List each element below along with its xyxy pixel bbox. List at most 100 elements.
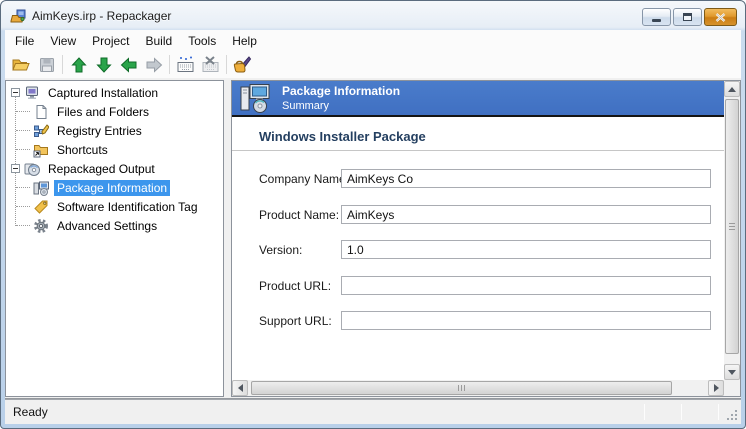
forward-button[interactable]	[141, 53, 166, 76]
tree-item-captured-installation[interactable]: Captured Installation	[6, 83, 223, 102]
company-name-label: Company Name:	[259, 172, 349, 186]
maximize-button[interactable]	[673, 8, 702, 26]
tree-connector	[16, 206, 30, 207]
tree-item-advanced-settings[interactable]: Advanced Settings	[6, 216, 223, 235]
thumb-grip-icon	[729, 223, 735, 231]
toolbar-separator	[169, 55, 170, 74]
version-input[interactable]	[341, 240, 711, 259]
build-icon	[176, 56, 195, 73]
repackage-tools-button[interactable]	[230, 53, 255, 76]
menu-build[interactable]: Build	[138, 31, 181, 51]
collapse-box-icon[interactable]	[11, 164, 20, 173]
form-row: Product URL:	[232, 276, 724, 296]
installer-package-icon	[240, 83, 272, 113]
open-button[interactable]	[9, 53, 34, 76]
document-icon	[33, 104, 49, 120]
horizontal-scroll-thumb[interactable]	[251, 381, 672, 395]
titlebar[interactable]: AimKeys.irp - Repackager	[1, 1, 745, 30]
tree-connector	[15, 173, 16, 226]
toolbar-separator	[226, 55, 227, 74]
scroll-left-button[interactable]	[232, 380, 248, 396]
package-brush-icon	[233, 56, 252, 73]
tag-icon	[33, 199, 49, 215]
save-button[interactable]	[34, 53, 59, 76]
move-up-button[interactable]	[66, 53, 91, 76]
support-url-label: Support URL:	[259, 314, 332, 328]
tree-connector	[16, 130, 30, 131]
scroll-right-button[interactable]	[708, 380, 724, 396]
maximize-icon	[683, 13, 692, 21]
product-name-input[interactable]	[341, 205, 711, 224]
tree-connector	[16, 187, 30, 188]
menu-help[interactable]: Help	[224, 31, 265, 51]
collapse-box-icon[interactable]	[11, 88, 20, 97]
tree-item-shortcuts[interactable]: Shortcuts	[6, 140, 223, 159]
tree-connector	[16, 225, 30, 226]
menu-tools[interactable]: Tools	[180, 31, 224, 51]
arrow-right-icon	[145, 57, 163, 73]
arrow-up-icon	[70, 57, 88, 73]
form-row: Company Name:	[232, 169, 724, 189]
tree-item-files-and-folders[interactable]: Files and Folders	[6, 102, 223, 121]
form-row: Version:	[232, 240, 724, 260]
tree-item-label: Repackaged Output	[45, 161, 158, 177]
tree-item-label: Shortcuts	[54, 142, 111, 158]
page-banner: Package Information Summary	[232, 81, 724, 117]
menu-view[interactable]: View	[42, 31, 84, 51]
tree-connector	[15, 97, 16, 164]
version-label: Version:	[259, 243, 302, 257]
vertical-scrollbar[interactable]	[724, 81, 740, 380]
thumb-grip-icon	[458, 385, 466, 391]
form-row: Product Name:	[232, 205, 724, 225]
section-heading: Windows Installer Package	[259, 129, 426, 144]
tree-item-label: Package Information	[54, 180, 170, 196]
tree-item-package-information[interactable]: Package Information	[6, 178, 223, 197]
shortcut-folder-icon	[33, 142, 49, 158]
window-title: AimKeys.irp - Repackager	[32, 9, 171, 23]
tree-item-software-identification-tag[interactable]: Software Identification Tag	[6, 197, 223, 216]
tree-item-repackaged-output[interactable]: Repackaged Output	[6, 159, 223, 178]
tree-item-label: Files and Folders	[54, 104, 152, 120]
menu-project[interactable]: Project	[84, 31, 137, 51]
statusbar-separator	[681, 404, 682, 420]
disc-icon	[24, 161, 40, 177]
menu-file[interactable]: File	[7, 31, 42, 51]
product-url-input[interactable]	[341, 276, 711, 295]
resize-grip[interactable]	[735, 418, 737, 420]
content-panel: Package Information Summary Windows Inst…	[231, 80, 741, 397]
build-button[interactable]	[173, 53, 198, 76]
app-window: AimKeys.irp - Repackager File View Proje…	[0, 0, 746, 429]
menubar: File View Project Build Tools Help	[5, 30, 741, 51]
tree-rows: Captured Installation Files and Folders	[6, 81, 223, 235]
scroll-up-button[interactable]	[724, 81, 740, 97]
form-row: Support URL:	[232, 311, 724, 331]
minimize-icon	[652, 19, 661, 22]
tree-item-label: Software Identification Tag	[54, 199, 201, 215]
tree-connector	[16, 111, 30, 112]
tree-item-label: Captured Installation	[45, 85, 161, 101]
cancel-build-button[interactable]	[198, 53, 223, 76]
scrollbar-corner	[724, 380, 740, 396]
package-icon	[33, 180, 49, 196]
form-body: Windows Installer Package Company Name: …	[232, 119, 724, 380]
move-down-button[interactable]	[91, 53, 116, 76]
registry-icon	[33, 123, 49, 139]
back-button[interactable]	[116, 53, 141, 76]
down-arrow-icon	[728, 370, 736, 375]
scroll-down-button[interactable]	[724, 364, 740, 380]
support-url-input[interactable]	[341, 311, 711, 330]
right-arrow-icon	[714, 384, 719, 392]
tree-item-label: Registry Entries	[54, 123, 145, 139]
horizontal-scrollbar[interactable]	[232, 380, 724, 396]
main-area: Captured Installation Files and Folders	[5, 78, 741, 398]
vertical-scroll-thumb[interactable]	[725, 99, 739, 354]
banner-subtitle: Summary	[282, 100, 400, 112]
tree-item-registry-entries[interactable]: Registry Entries	[6, 121, 223, 140]
computer-icon	[24, 85, 40, 101]
status-text: Ready	[13, 405, 48, 419]
window-controls	[642, 8, 737, 26]
company-name-input[interactable]	[341, 169, 711, 188]
minimize-button[interactable]	[642, 8, 671, 26]
close-button[interactable]	[704, 8, 737, 26]
app-icon	[10, 8, 26, 24]
